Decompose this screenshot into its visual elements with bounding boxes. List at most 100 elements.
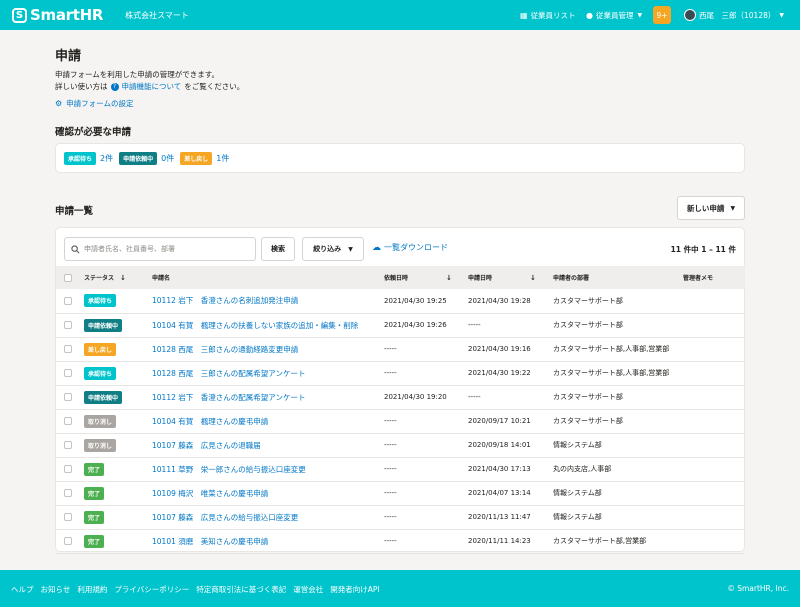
- table-row[interactable]: 完了 10111 草野 栄一郎さんの給与振込口座変更 ----- 2021/04/30…: [56, 457, 745, 481]
- application-name-link[interactable]: 10101 須磨 美知さんの慶弔申請: [152, 529, 384, 553]
- confirm-count-requesting[interactable]: 0件: [161, 153, 174, 164]
- admin-memo: [683, 457, 745, 481]
- select-all-checkbox[interactable]: [64, 273, 72, 282]
- download-label: 一覧ダウンロード: [384, 243, 448, 252]
- row-checkbox[interactable]: [64, 441, 72, 449]
- nav-employee-manage[interactable]: ● 従業員管理 ▼: [586, 0, 642, 30]
- table-row[interactable]: 完了 10109 梅沢 唯菜さんの慶弔申請 ----- 2021/04/07 13:1…: [56, 481, 745, 505]
- download-list-link[interactable]: ☁ 一覧ダウンロード: [372, 242, 448, 253]
- col-requested[interactable]: 依頼日時 ↓: [384, 266, 468, 289]
- page-title: 申請: [55, 49, 82, 64]
- status-badge: 承認待ち: [84, 366, 117, 380]
- chevron-down-icon: ▼: [348, 245, 353, 253]
- col-dept: 申請者の部署: [553, 275, 590, 282]
- table-row[interactable]: 差し戻し 10128 西尾 三郎さんの通勤経路変更申請 ----- 2021/04/3…: [56, 337, 745, 361]
- filter-button[interactable]: 絞り込み ▼: [302, 237, 364, 261]
- user-avatar[interactable]: [684, 9, 696, 21]
- requested-datetime: -----: [384, 465, 397, 473]
- applicant-dept: 情報システム部: [553, 441, 602, 449]
- applied-datetime: 2021/04/30 19:28: [468, 296, 531, 305]
- search-input[interactable]: [84, 245, 254, 253]
- applied-datetime: 2021/04/30 19:16: [468, 345, 531, 353]
- row-checkbox[interactable]: [64, 537, 72, 545]
- footer-link[interactable]: 利用規約: [77, 584, 107, 595]
- nav-employee-list[interactable]: ▦ 従業員リスト: [520, 0, 576, 30]
- admin-memo: [683, 433, 745, 457]
- status-badge: 完了: [84, 534, 105, 548]
- table-row[interactable]: 完了 10101 須磨 美知さんの慶弔申請 ----- 2020/11/11 14:2…: [56, 529, 745, 553]
- row-checkbox[interactable]: [64, 296, 72, 305]
- table-row[interactable]: 申請依頼中 10112 岩下 香澄さんの配属希望アンケート 2021/04/30 1…: [56, 385, 745, 409]
- confirm-tag-returned[interactable]: 差し戻し: [180, 151, 213, 165]
- user-menu[interactable]: 西尾 三郎（10128） ▼: [699, 0, 784, 30]
- applicant-dept: カスタマーサポート部,営業部: [553, 537, 647, 545]
- help-text-post: をご覧ください。: [184, 82, 245, 91]
- gear-icon: ⚙: [55, 99, 63, 108]
- application-name-link[interactable]: 10109 梅沢 唯菜さんの慶弔申請: [152, 481, 384, 505]
- help-link[interactable]: 申請機能について: [122, 81, 182, 92]
- status-badge: 承認待ち: [84, 294, 117, 308]
- application-name-link[interactable]: 10112 岩下 香澄さんの配属希望アンケート: [152, 385, 384, 409]
- footer-link[interactable]: ヘルプ: [11, 584, 34, 595]
- footer-link[interactable]: プライバシーポリシー: [114, 584, 189, 595]
- status-badge: 完了: [84, 486, 105, 500]
- table-row[interactable]: 取り消し 10104 有賀 楓理さんの慶弔申請 ----- 2020/09/17 10…: [56, 409, 745, 433]
- confirm-count-pending[interactable]: 2件: [100, 153, 113, 164]
- chevron-down-icon: ▼: [637, 11, 643, 19]
- application-name-link[interactable]: 10111 草野 栄一郎さんの給与振込口座変更: [152, 457, 384, 481]
- application-name-link[interactable]: 10104 有賀 楓理さんの慶弔申請: [152, 409, 384, 433]
- footer-links: ヘルプ お知らせ 利用規約 プライバシーポリシー 特定商取引法に基づく表記 運営会社 開発者…: [11, 584, 387, 595]
- logo-text: SmartHR: [30, 6, 104, 24]
- search-field[interactable]: [64, 237, 256, 261]
- application-name-link[interactable]: 10112 岩下 香澄さんの名刺追加発注申請: [152, 289, 384, 313]
- application-name-link[interactable]: 10128 西尾 三郎さんの通勤経路変更申請: [152, 337, 384, 361]
- row-checkbox[interactable]: [64, 369, 72, 377]
- table-header-row: ステータス ↓ 申請名 依頼日時 ↓ 申請日時 ↓ 申請者の部署 管理者メモ: [56, 266, 745, 289]
- application-name-link[interactable]: 10104 有賀 楓理さんの扶養しない家族の追加・編集・削除: [152, 313, 384, 337]
- requested-datetime: -----: [384, 417, 397, 425]
- col-name[interactable]: 申請名: [152, 266, 384, 289]
- application-name-link[interactable]: 10128 西尾 三郎さんの配属希望アンケート: [152, 361, 384, 385]
- footer-link[interactable]: お知らせ: [41, 584, 71, 595]
- admin-memo: [683, 409, 745, 433]
- table-row[interactable]: 申請依頼中 10104 有賀 楓理さんの扶養しない家族の追加・編集・削除 2021/…: [56, 313, 745, 337]
- table-row[interactable]: 完了 10107 藤森 広見さんの給与振込口座変更 ----- 2020/11/13 …: [56, 505, 745, 529]
- confirm-tag-requesting[interactable]: 申請依頼中: [119, 151, 158, 165]
- new-application-button[interactable]: 新しい申請 ▼: [677, 196, 745, 220]
- applicant-dept: 丸の内支店,人事部: [553, 465, 612, 473]
- row-checkbox[interactable]: [64, 489, 72, 497]
- table-row[interactable]: 承認待ち 10112 岩下 香澄さんの名刺追加発注申請 2021/04/30 19:…: [56, 289, 745, 313]
- footer-link[interactable]: 開発者向けAPI: [330, 584, 379, 595]
- row-checkbox[interactable]: [64, 417, 72, 425]
- col-applied[interactable]: 申請日時 ↓: [468, 266, 553, 289]
- table-row[interactable]: 取り消し 10107 藤森 広見さんの退職届 ----- 2020/09/18 14:…: [56, 433, 745, 457]
- footer-link[interactable]: 特定商取引法に基づく表記: [196, 584, 286, 595]
- table-row[interactable]: 承認待ち 10128 西尾 三郎さんの配属希望アンケート ----- 2021/04/…: [56, 361, 745, 385]
- help-icon: ?: [110, 82, 119, 91]
- app-footer: ヘルプ お知らせ 利用規約 プライバシーポリシー 特定商取引法に基づく表記 運営会社 開発者…: [0, 570, 800, 607]
- application-name-link[interactable]: 10107 藤森 広見さんの退職届: [152, 433, 384, 457]
- application-name-link[interactable]: 10107 藤森 広見さんの給与振込口座変更: [152, 505, 384, 529]
- person-icon: ●: [586, 10, 593, 20]
- col-status[interactable]: ステータス ↓: [84, 266, 152, 289]
- notification-badge[interactable]: 9+: [653, 6, 671, 24]
- applied-datetime: -----: [468, 393, 481, 401]
- search-button[interactable]: 検索: [261, 237, 295, 261]
- applicant-dept: カスタマーサポート部,人事部,営業部: [553, 369, 670, 377]
- row-checkbox[interactable]: [64, 345, 72, 353]
- smarthr-logo[interactable]: S SmartHR: [12, 6, 103, 24]
- confirm-tag-pending[interactable]: 承認待ち: [64, 151, 97, 165]
- app-header: S SmartHR 株式会社スマート ▦ 従業員リスト ● 従業員管理 ▼ 9+…: [0, 0, 800, 30]
- user-name: 西尾 三郎（10128）: [699, 10, 776, 20]
- row-checkbox[interactable]: [64, 513, 72, 521]
- row-checkbox[interactable]: [64, 393, 72, 401]
- confirm-count-returned[interactable]: 1件: [216, 153, 229, 164]
- admin-memo: [683, 505, 745, 529]
- footer-link[interactable]: 運営会社: [293, 584, 323, 595]
- row-checkbox[interactable]: [64, 321, 72, 329]
- form-settings-label: 申請フォームの設定: [66, 99, 134, 108]
- requested-datetime: -----: [384, 513, 397, 521]
- form-settings-link[interactable]: ⚙ 申請フォームの設定: [55, 98, 133, 109]
- row-checkbox[interactable]: [64, 465, 72, 473]
- applicant-dept: 情報システム部: [553, 489, 602, 497]
